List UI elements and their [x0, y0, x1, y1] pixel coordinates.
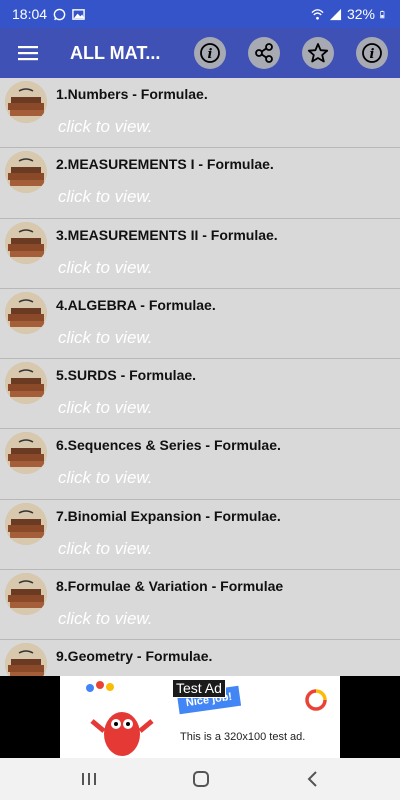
item-title: 7.Binomial Expansion - Formulae.: [56, 507, 281, 524]
ad-area: Nice job! Test Ad This is a 320x100 test…: [0, 676, 400, 758]
recent-apps-button[interactable]: [76, 766, 102, 792]
list-item[interactable]: 3.MEASUREMENTS II - Formulae. click to v…: [0, 219, 400, 289]
list-item[interactable]: 5.SURDS - Formulae. click to view.: [0, 359, 400, 430]
list-item[interactable]: 1.Numbers - Formulae. click to view.: [0, 78, 400, 149]
item-title: 8.Formulae & Variation - Formulae: [56, 578, 284, 595]
item-subtitle: click to view.: [58, 398, 153, 418]
svg-text:i: i: [208, 47, 213, 62]
app-bar: ALL MAT... i i: [0, 28, 400, 78]
back-button[interactable]: [300, 766, 326, 792]
item-title: 1.Numbers - Formulae.: [56, 86, 208, 102]
books-thumbnail: [5, 502, 47, 545]
list-item[interactable]: 6.Sequences & Series - Formulae. click t…: [0, 429, 400, 500]
battery-percent: 32%: [346, 6, 375, 22]
books-thumbnail: [5, 573, 47, 616]
list-item[interactable]: 7.Binomial Expansion - Formulae. click t…: [0, 500, 400, 571]
item-subtitle: click to view.: [58, 327, 153, 347]
share-button[interactable]: [248, 37, 280, 69]
status-time: 18:04: [12, 6, 48, 22]
favorite-button[interactable]: [302, 37, 334, 69]
item-subtitle: click to view.: [58, 257, 153, 277]
list-item[interactable]: 4.ALGEBRA - Formulae. click to view.: [0, 289, 400, 360]
battery-icon: [380, 10, 385, 18]
info-icon: i: [200, 43, 220, 63]
gallery-icon: [72, 8, 85, 20]
item-title: 3.MEASUREMENTS II - Formulae.: [56, 226, 278, 243]
star-icon: [307, 43, 329, 63]
list-item[interactable]: 8.Formulae & Variation - Formulae click …: [0, 570, 400, 641]
ad-logo-icon: [305, 689, 327, 711]
ad-text: This is a 320x100 test ad.: [180, 731, 306, 743]
ad-label: Test Ad: [172, 679, 226, 698]
books-thumbnail: [5, 643, 47, 676]
back-icon: [307, 771, 317, 787]
item-subtitle: click to view.: [58, 468, 153, 488]
list-item[interactable]: 9.Geometry - Formulae.: [0, 640, 400, 676]
signal-icon: [329, 8, 342, 20]
item-title: 2.MEASUREMENTS I - Formulae.: [56, 156, 274, 173]
ad-banner[interactable]: Nice job! Test Ad This is a 320x100 test…: [60, 676, 340, 758]
item-title: 5.SURDS - Formulae.: [56, 367, 197, 384]
list-item[interactable]: 2.MEASUREMENTS I - Formulae. click to vi…: [0, 148, 400, 219]
item-title: 4.ALGEBRA - Formulae.: [56, 296, 216, 313]
item-subtitle: click to view.: [58, 609, 153, 629]
about-button[interactable]: i: [356, 37, 388, 69]
formula-list: 1.Numbers - Formulae. click to view. 2.M…: [0, 78, 400, 676]
item-title: 6.Sequences & Series - Formulae.: [56, 437, 281, 454]
info-button[interactable]: i: [194, 37, 226, 69]
books-thumbnail: [5, 432, 47, 475]
item-subtitle: click to view.: [58, 187, 153, 207]
item-subtitle: click to view.: [58, 117, 153, 136]
books-thumbnail: [5, 151, 47, 194]
home-icon: [193, 771, 209, 787]
item-subtitle: click to view.: [58, 538, 153, 558]
info-icon: i: [362, 43, 382, 63]
ad-mascot-icon: [86, 681, 154, 756]
item-title: 9.Geometry - Formulae.: [56, 648, 213, 665]
share-icon: [255, 43, 273, 63]
svg-text:i: i: [370, 47, 375, 62]
recent-apps-icon: [82, 773, 96, 785]
whatsapp-icon: [53, 8, 66, 20]
wifi-icon: [311, 8, 324, 20]
status-bar: 18:04 32%: [0, 0, 400, 28]
books-thumbnail: [5, 291, 47, 334]
home-button[interactable]: [188, 766, 214, 792]
books-thumbnail: [5, 81, 47, 123]
books-thumbnail: [5, 362, 47, 405]
navigation-bar: [0, 758, 400, 800]
books-thumbnail: [5, 221, 47, 264]
